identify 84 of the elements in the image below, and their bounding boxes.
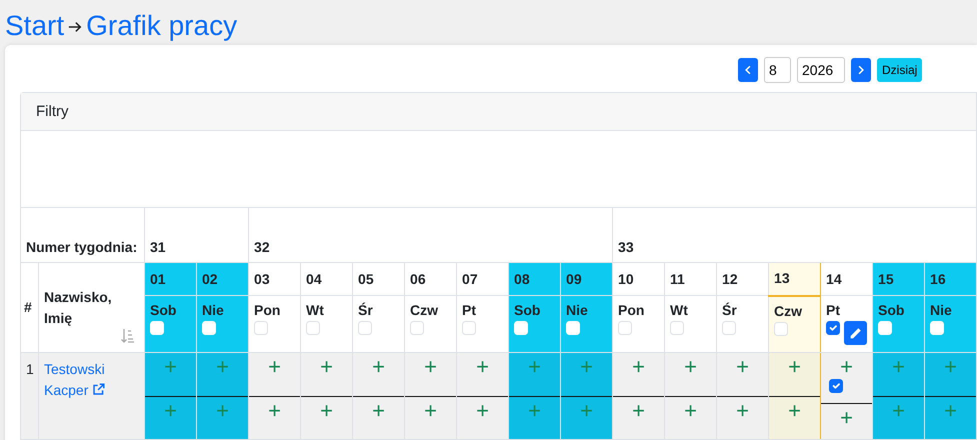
day-number: 03 (248, 262, 301, 296)
arrow-right-icon (68, 20, 82, 34)
day-name: Nie (930, 301, 953, 320)
day-name: Śr (358, 301, 374, 320)
add-shift-button[interactable]: + (632, 355, 645, 380)
add-shift-button[interactable]: + (424, 355, 437, 380)
add-shift-button[interactable]: + (788, 398, 801, 423)
day-name: Pon (254, 301, 282, 320)
breadcrumb-link[interactable]: Grafik pracy (86, 11, 238, 42)
add-shift-button[interactable]: + (684, 398, 697, 423)
week-number-label: Numer tygodnia: (20, 208, 145, 262)
week-number: 33 (612, 208, 977, 262)
day-name: Śr (722, 301, 738, 320)
add-shift-button[interactable]: + (268, 398, 281, 423)
add-shift-button[interactable]: + (372, 355, 385, 380)
day-name: Pt (826, 301, 842, 320)
day-checkbox[interactable] (826, 321, 840, 335)
index-header: # (20, 262, 38, 352)
shift-checkbox[interactable] (829, 379, 844, 394)
day-name: Wt (306, 301, 325, 320)
add-shift-button[interactable]: + (424, 398, 437, 423)
pencil-icon (848, 326, 862, 340)
year-field[interactable]: 2026 (797, 57, 845, 83)
column-title: Nazwisko, Imię (44, 288, 112, 326)
day-number: 01 (144, 262, 197, 296)
month-field[interactable]: 8 (764, 57, 791, 83)
day-name: Czw (410, 301, 440, 320)
day-name: Pt (462, 301, 478, 320)
next-button[interactable] (851, 58, 871, 82)
add-shift-button[interactable]: + (840, 406, 853, 430)
add-shift-button[interactable]: + (320, 355, 333, 380)
day-number: 15 (872, 262, 925, 296)
add-shift-button[interactable]: + (840, 355, 853, 380)
previous-button[interactable] (738, 58, 758, 82)
chevron-right-icon (856, 64, 866, 76)
add-shift-button[interactable]: + (788, 355, 801, 380)
add-shift-button[interactable]: + (216, 398, 229, 423)
day-number: 16 (924, 262, 977, 296)
day-number: 02 (196, 262, 249, 296)
add-shift-button[interactable]: + (736, 355, 749, 380)
add-shift-button[interactable]: + (268, 355, 281, 380)
day-name: Nie (566, 301, 589, 320)
add-shift-button[interactable]: + (944, 355, 957, 380)
day-number: 08 (508, 262, 561, 296)
add-shift-button[interactable]: + (736, 398, 749, 423)
add-shift-button[interactable]: + (164, 355, 177, 380)
add-shift-button[interactable]: + (684, 355, 697, 380)
add-shift-button[interactable]: + (892, 355, 905, 380)
edit-button[interactable] (844, 321, 868, 345)
add-shift-button[interactable]: + (632, 398, 645, 423)
add-shift-button[interactable]: + (164, 398, 177, 423)
add-shift-button[interactable]: + (944, 398, 957, 423)
day-name: Nie (202, 301, 225, 320)
sort-icon (120, 328, 136, 344)
add-shift-button[interactable]: + (528, 398, 541, 423)
add-shift-button[interactable]: + (372, 398, 385, 423)
day-number: 10 (612, 262, 665, 296)
chevron-left-icon (743, 64, 753, 76)
day-name: Sob (150, 301, 178, 320)
add-shift-button[interactable]: + (476, 355, 489, 380)
row-number: 1 (20, 352, 38, 440)
external-link-icon (92, 383, 106, 396)
day-number: 05 (352, 262, 405, 296)
day-name: Pon (618, 301, 646, 320)
day-name: Wt (670, 301, 689, 320)
day-number: 11 (664, 262, 717, 296)
add-shift-button[interactable]: + (320, 398, 333, 423)
day-number: 09 (560, 262, 613, 296)
add-shift-button[interactable]: + (580, 398, 593, 423)
day-number: 13 (768, 262, 821, 296)
day-name: Czw (774, 302, 804, 320)
day-name: Sob (878, 301, 906, 320)
add-shift-button[interactable]: + (892, 398, 905, 423)
add-shift-button[interactable]: + (216, 355, 229, 380)
breadcrumb-link[interactable]: Start (5, 11, 64, 42)
week-number: 32 (248, 208, 613, 262)
filters-header[interactable]: Filtry (21, 93, 976, 131)
add-shift-button[interactable]: + (476, 398, 489, 423)
day-number: 04 (300, 262, 353, 296)
today-button[interactable]: Dzisiaj (877, 58, 922, 82)
add-shift-button[interactable]: + (528, 355, 541, 380)
day-number: 06 (404, 262, 457, 296)
day-name: Sob (514, 301, 542, 320)
add-shift-button[interactable]: + (580, 355, 593, 380)
